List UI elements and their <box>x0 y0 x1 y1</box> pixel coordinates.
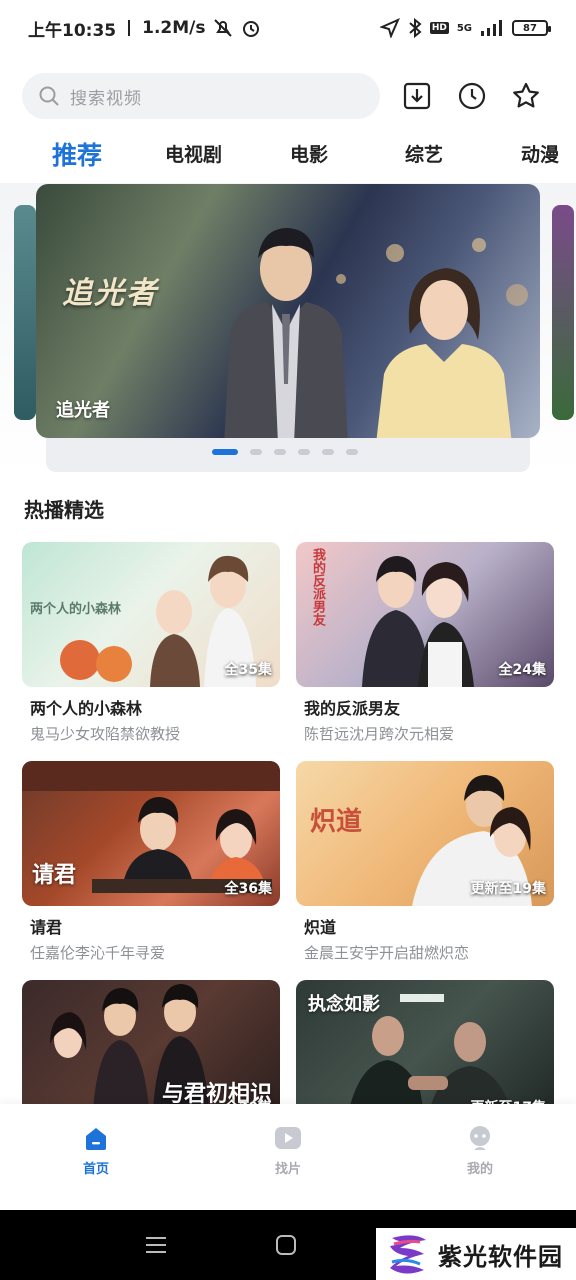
episode-badge: 全36集 <box>224 881 272 897</box>
user-icon <box>470 1126 490 1150</box>
signal-label: 5G <box>456 22 472 34</box>
video-thumbnail[interactable]: 两个人的小森林 全35集 <box>22 542 280 687</box>
search-icon <box>39 86 59 106</box>
status-separator <box>128 20 131 36</box>
pagination-dot[interactable] <box>298 449 310 455</box>
video-description: 鬼马少女攻陷禁欲教授 <box>30 725 181 743</box>
banner-pagination <box>212 449 358 455</box>
video-title[interactable]: 请君 <box>30 914 280 938</box>
download-button[interactable] <box>401 78 433 114</box>
banner-prev-peek[interactable] <box>14 205 36 420</box>
category-tabs: 推荐 电视剧 电影 综艺 动漫 <box>0 140 576 180</box>
menu-icon[interactable] <box>144 1234 168 1256</box>
nav-discover-label: 找片 <box>274 1162 301 1177</box>
search-placeholder: 搜索视频 <box>70 88 142 109</box>
download-icon <box>403 82 431 110</box>
video-card[interactable]: 请君 全36集 请君 任嘉伦李沁千年寻爱 <box>22 761 280 963</box>
tab-recommend[interactable]: 推荐 <box>52 140 102 172</box>
video-description: 金晨王安宇开启甜燃炽恋 <box>304 944 470 962</box>
watermark-logo-icon <box>390 1235 426 1274</box>
episode-badge: 全35集 <box>224 662 272 678</box>
banner-actress-image <box>376 268 512 438</box>
banner-actor-image <box>224 228 348 438</box>
home-button-icon[interactable] <box>274 1234 298 1256</box>
nav-home-label: 首页 <box>82 1162 109 1177</box>
favorites-button[interactable] <box>510 78 542 114</box>
nav-discover[interactable]: 找片 <box>192 1104 384 1210</box>
poster-title: 我的反派男友 <box>310 548 325 626</box>
tab-tv-series[interactable]: 电视剧 <box>165 140 222 167</box>
video-card[interactable]: 我的反派男友 全24集 我的反派男友 陈哲远沈月跨次元相爱 <box>296 542 554 744</box>
bluetooth-icon <box>409 18 422 38</box>
star-icon <box>513 82 539 108</box>
video-title[interactable]: 两个人的小森林 <box>30 695 280 719</box>
pagination-dot[interactable] <box>212 449 238 455</box>
mute-icon <box>213 19 232 37</box>
nav-home[interactable]: 首页 <box>0 1104 192 1210</box>
hd-badge: HD <box>429 22 449 34</box>
poster-title: 执念如影 <box>308 994 380 1015</box>
pagination-dot[interactable] <box>250 449 262 455</box>
video-description: 陈哲远沈月跨次元相爱 <box>304 725 455 743</box>
play-icon <box>275 1127 301 1149</box>
home-icon <box>86 1128 106 1150</box>
status-time: 上午10:35 <box>28 20 117 41</box>
poster-title: 请君 <box>32 863 77 888</box>
watermark: 紫光软件园 <box>376 1228 576 1280</box>
pagination-dot[interactable] <box>274 449 286 455</box>
clock-icon <box>458 82 486 110</box>
tab-variety[interactable]: 综艺 <box>405 140 443 167</box>
pagination-dot[interactable] <box>346 449 358 455</box>
poster-title: 炽道 <box>310 807 363 837</box>
poster-title: 两个人的小森林 <box>30 602 122 617</box>
location-icon <box>379 18 400 38</box>
episode-badge: 全24集 <box>498 662 546 678</box>
video-description: 任嘉伦李沁千年寻爱 <box>30 944 166 962</box>
signal-icon <box>481 20 502 36</box>
video-card[interactable]: 炽道 更新至19集 炽道 金晨王安宇开启甜燃炽恋 <box>296 761 554 963</box>
nav-profile-label: 我的 <box>466 1162 493 1177</box>
pagination-dot[interactable] <box>322 449 334 455</box>
video-thumbnail[interactable]: 炽道 更新至19集 <box>296 761 554 906</box>
nav-profile[interactable]: 我的 <box>384 1104 576 1210</box>
banner-shadow <box>46 438 530 472</box>
alarm-icon <box>242 21 259 37</box>
watermark-text: 紫光软件园 <box>438 1242 563 1271</box>
section-title: 热播精选 <box>24 498 104 522</box>
banner-next-peek[interactable] <box>552 205 574 420</box>
banner-slide[interactable]: 追光者 追光者 <box>36 184 540 438</box>
video-thumbnail[interactable]: 我的反派男友 全24集 <box>296 542 554 687</box>
search-input[interactable]: 搜索视频 <box>22 73 380 119</box>
episode-badge: 更新至19集 <box>470 881 546 897</box>
history-button[interactable] <box>456 78 488 114</box>
tab-anime[interactable]: 动漫 <box>521 140 559 167</box>
banner-title: 追光者 <box>56 400 110 421</box>
bottom-navigation: 首页 找片 我的 <box>0 1104 576 1210</box>
video-title[interactable]: 我的反派男友 <box>304 695 554 719</box>
tab-movies[interactable]: 电影 <box>290 140 328 167</box>
status-speed: 1.2M/s <box>142 18 206 38</box>
video-title[interactable]: 炽道 <box>304 914 554 938</box>
banner-logo: 追光者 <box>62 276 158 311</box>
video-card[interactable]: 两个人的小森林 全35集 两个人的小森林 鬼马少女攻陷禁欲教授 <box>22 542 280 744</box>
battery-indicator: 87 <box>512 20 551 36</box>
video-thumbnail[interactable]: 请君 全36集 <box>22 761 280 906</box>
status-bar: 上午10:35 1.2M/s HD 5G 87 <box>0 0 576 56</box>
